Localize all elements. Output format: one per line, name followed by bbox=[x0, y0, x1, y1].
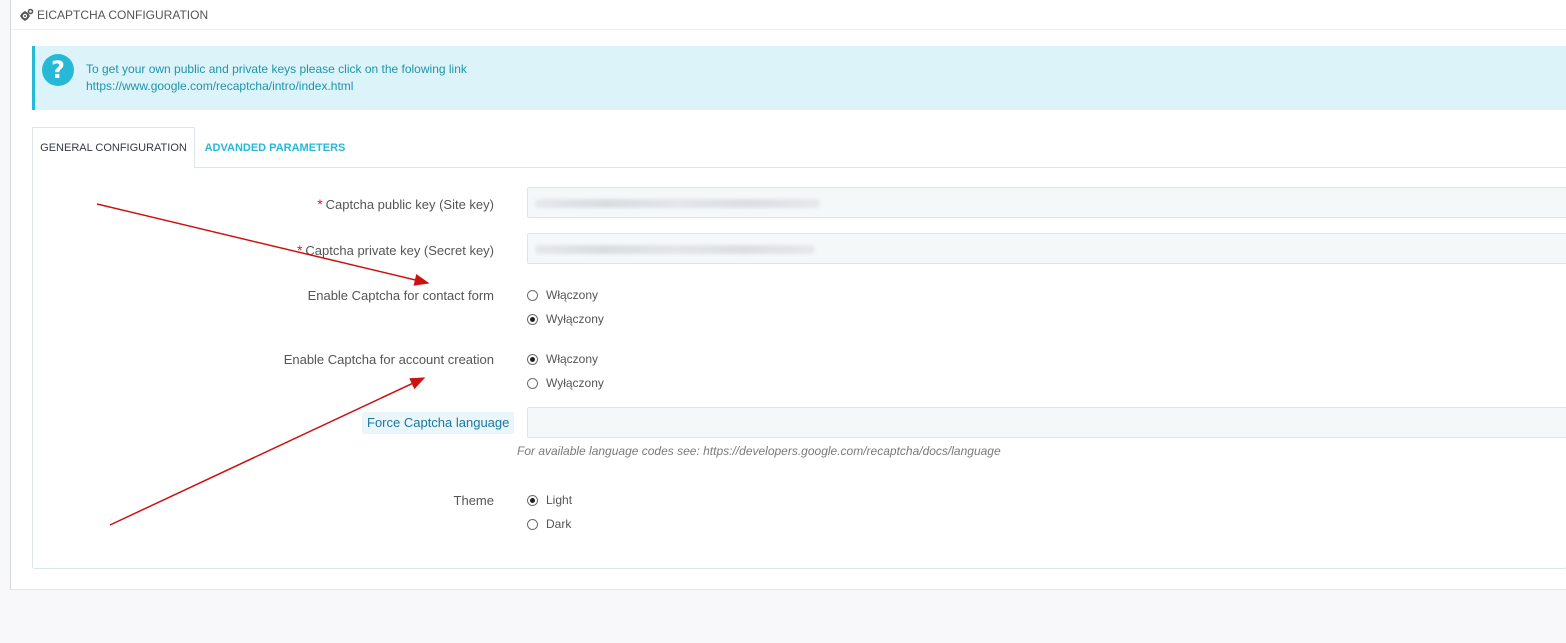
contact-form-enabled-radio[interactable]: Włączony bbox=[527, 288, 598, 302]
radio-checked[interactable] bbox=[527, 494, 538, 506]
required-mark: * bbox=[317, 196, 323, 212]
public-key-label-text: Captcha public key (Site key) bbox=[325, 197, 494, 212]
radio-checked[interactable] bbox=[527, 313, 538, 325]
radio-unchecked[interactable] bbox=[527, 518, 538, 530]
language-help-text: For available language codes see: https:… bbox=[517, 444, 1001, 458]
required-mark: * bbox=[296, 242, 303, 258]
radio-label: Wyłączony bbox=[546, 312, 604, 326]
info-link[interactable]: https://www.google.com/recaptcha/intro/i… bbox=[86, 79, 353, 93]
public-key-input[interactable] bbox=[527, 187, 1566, 218]
account-creation-enabled-radio[interactable]: Włączony bbox=[527, 352, 598, 366]
theme-dark-radio[interactable]: Dark bbox=[527, 517, 571, 531]
contact-form-disabled-radio[interactable]: Wyłączony bbox=[527, 312, 604, 326]
contact-form-label: Enable Captcha for contact form bbox=[307, 288, 494, 303]
radio-label: Light bbox=[546, 493, 573, 507]
private-key-label: * Captcha private key (Secret key) bbox=[297, 242, 494, 258]
tab-general-configuration[interactable]: GENERAL CONFIGURATION bbox=[32, 127, 195, 169]
private-key-label-text: Captcha private key (Secret key) bbox=[305, 243, 494, 258]
redacted-value bbox=[535, 245, 815, 254]
cogs-icon bbox=[20, 8, 34, 22]
info-alert: ? To get your own public and private key… bbox=[32, 46, 1566, 110]
info-text: To get your own public and private keys … bbox=[86, 62, 467, 76]
theme-light-radio[interactable]: Light bbox=[527, 493, 572, 507]
question-circle-icon: ? bbox=[42, 54, 74, 86]
redacted-value bbox=[535, 199, 820, 208]
configuration-panel: EICAPTCHA CONFIGURATION ? To get your ow… bbox=[10, 0, 1566, 590]
account-creation-label: Enable Captcha for account creation bbox=[283, 352, 494, 367]
radio-label: Włączony bbox=[546, 288, 599, 302]
radio-unchecked[interactable] bbox=[527, 289, 538, 301]
account-creation-disabled-radio[interactable]: Wyłączony bbox=[527, 376, 604, 390]
tabs-bar: GENERAL CONFIGURATION ADVANDED PARAMETER… bbox=[32, 127, 1566, 169]
radio-checked[interactable] bbox=[527, 353, 538, 365]
panel-heading: EICAPTCHA CONFIGURATION bbox=[11, 0, 1566, 30]
force-language-input[interactable] bbox=[527, 407, 1566, 438]
radio-label: Włączony bbox=[546, 352, 599, 366]
public-key-label: * Captcha public key (Site key) bbox=[317, 196, 494, 212]
radio-unchecked[interactable] bbox=[527, 377, 538, 389]
tab-content: * Captcha public key (Site key) * Captcha … bbox=[32, 167, 1566, 569]
private-key-input[interactable] bbox=[527, 233, 1566, 264]
force-language-label[interactable]: Force Captcha language bbox=[362, 412, 515, 434]
tab-advanced-parameters[interactable]: ADVANDED PARAMETERS bbox=[195, 127, 355, 168]
radio-label: Dark bbox=[546, 517, 572, 531]
theme-label: Theme bbox=[453, 493, 494, 508]
radio-label: Wyłączony bbox=[546, 376, 604, 390]
panel-title: EICAPTCHA CONFIGURATION bbox=[37, 7, 209, 22]
